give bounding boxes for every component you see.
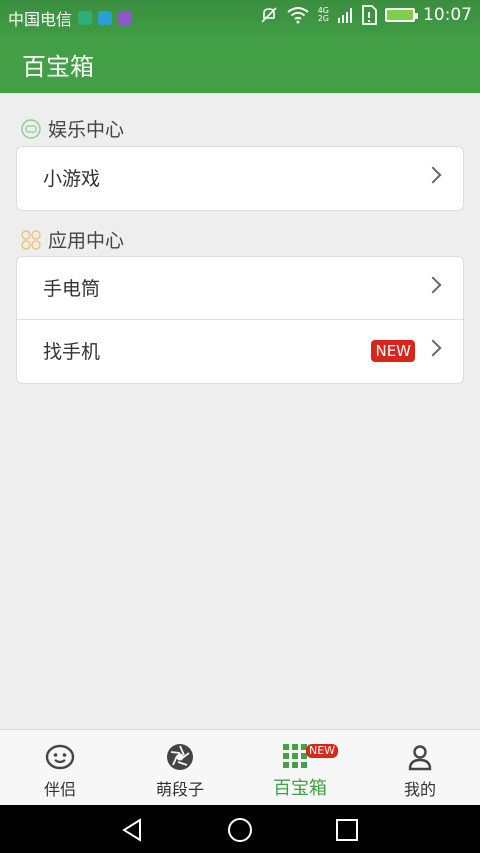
mute-icon — [261, 7, 277, 23]
tab-label: 百宝箱 — [273, 778, 327, 799]
list-item-find-phone[interactable]: 找手机 NEW — [17, 320, 463, 383]
list-item-mini-games[interactable]: 小游戏 — [17, 147, 463, 210]
list-item-flashlight[interactable]: 手电筒 — [17, 257, 463, 320]
person-icon — [408, 745, 432, 771]
grid-icon — [283, 744, 307, 768]
smiley-icon — [45, 744, 75, 770]
tab-label: 伴侣 — [43, 780, 76, 799]
section-title: 娱乐中心 — [48, 119, 125, 141]
tab-label: 我的 — [403, 780, 436, 799]
tab-label: 萌段子 — [155, 780, 204, 799]
game-icon — [21, 118, 41, 139]
recents-icon[interactable] — [334, 817, 360, 843]
page-title: 百宝箱 — [22, 53, 94, 81]
tab-new-badge: NEW — [306, 744, 339, 758]
list-item-label: 小游戏 — [43, 168, 101, 190]
sim-alert-icon — [362, 5, 377, 25]
home-icon[interactable] — [227, 817, 253, 843]
system-nav-bar — [0, 805, 480, 853]
app-notification-icon — [118, 11, 133, 25]
apps-card: 手电筒 找手机 NEW — [16, 256, 464, 384]
list-item-label: 找手机 — [43, 341, 101, 363]
list-item-label: 手电筒 — [43, 278, 101, 300]
section-header-apps: 应用中心 — [20, 226, 124, 253]
wifi-icon — [287, 7, 309, 24]
chevron-right-icon — [424, 339, 442, 357]
chevron-right-icon — [424, 276, 442, 294]
section-header-entertainment: 娱乐中心 — [20, 115, 124, 142]
entertainment-card: 小游戏 — [16, 146, 464, 211]
apps-icon — [21, 229, 41, 250]
tab-toolbox[interactable]: NEW 百宝箱 — [240, 730, 360, 806]
new-badge: NEW — [371, 340, 415, 362]
app-notification-icon — [98, 11, 113, 25]
battery-icon — [385, 8, 418, 22]
status-bar: 中国电信 4G 2G 10:07 — [0, 0, 480, 33]
tab-companion[interactable]: 伴侣 — [0, 730, 120, 806]
bottom-tab-bar: 伴侣 萌段子 NEW 百宝箱 我的 — [0, 729, 480, 805]
section-title: 应用中心 — [48, 230, 125, 252]
network-type: 4G 2G — [317, 6, 329, 23]
signal-icon — [338, 8, 352, 23]
app-bar: 百宝箱 — [0, 33, 480, 93]
tab-mine[interactable]: 我的 — [360, 730, 480, 806]
chevron-right-icon — [424, 166, 442, 184]
tab-jokes[interactable]: 萌段子 — [120, 730, 240, 806]
app-notification-icon — [78, 11, 93, 25]
aperture-icon — [167, 744, 193, 770]
carrier-label: 中国电信 — [8, 10, 73, 29]
back-icon[interactable] — [120, 817, 146, 843]
clock: 10:07 — [423, 5, 472, 25]
